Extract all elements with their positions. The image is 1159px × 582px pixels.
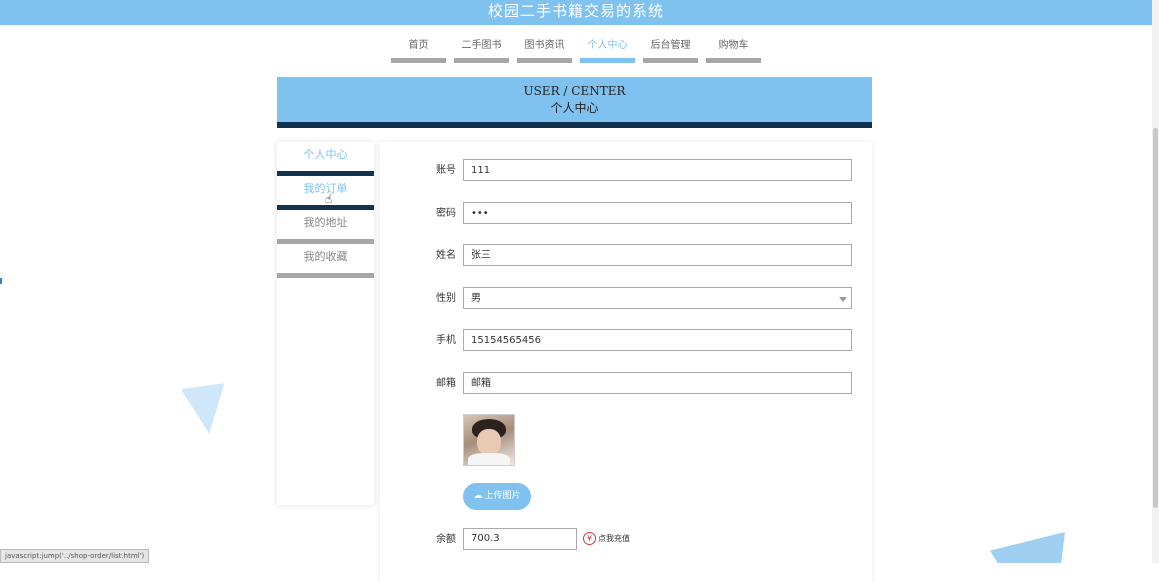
app-title-bar: 校园二手书籍交易的系统 bbox=[0, 0, 1152, 25]
sidebar-item-my-favorites[interactable]: 我的收藏 bbox=[277, 244, 374, 278]
name-label: 姓名 bbox=[436, 250, 456, 261]
decorative-triangle-left bbox=[180, 383, 232, 437]
gender-select[interactable]: 男 bbox=[463, 287, 852, 309]
avatar-body bbox=[468, 453, 510, 465]
mouse-pointer-icon: ☝ bbox=[325, 192, 333, 206]
nav-home[interactable]: 首页 bbox=[391, 38, 446, 63]
phone-label: 手机 bbox=[436, 335, 456, 346]
avatar-face bbox=[477, 429, 501, 455]
nav-used-books[interactable]: 二手图书 bbox=[454, 38, 509, 63]
sidebar-item-personal-center[interactable]: 个人中心 bbox=[277, 142, 374, 176]
account-field[interactable]: 111 bbox=[463, 159, 852, 181]
page-banner: USER / CENTER 个人中心 bbox=[277, 77, 872, 128]
balance-field[interactable]: 700.3 bbox=[463, 528, 577, 550]
name-field[interactable]: 张三 bbox=[463, 244, 852, 266]
cloud-upload-icon: ☁ bbox=[473, 491, 483, 501]
scrollbar-thumb[interactable] bbox=[1153, 128, 1158, 508]
email-label: 邮箱 bbox=[436, 378, 456, 389]
password-label: 密码 bbox=[436, 208, 456, 219]
password-field[interactable]: ••• bbox=[463, 202, 852, 224]
recharge-label: 点我充值 bbox=[598, 534, 630, 543]
avatar bbox=[463, 414, 515, 466]
gender-value: 男 bbox=[471, 293, 481, 304]
status-bar-link-preview: javascript:jump('../shop-order/list.html… bbox=[0, 549, 150, 563]
edge-marker bbox=[0, 278, 2, 284]
banner-title-zh: 个人中心 bbox=[550, 101, 599, 115]
main-nav: 首页 二手图书 图书资讯 个人中心 后台管理 购物车 bbox=[391, 38, 761, 63]
chevron-down-icon bbox=[839, 297, 847, 302]
nav-cart[interactable]: 购物车 bbox=[706, 38, 761, 63]
upload-image-button[interactable]: ☁ 上传图片 bbox=[463, 483, 531, 510]
upload-image-label: 上传图片 bbox=[484, 491, 521, 501]
sidebar-item-my-address[interactable]: 我的地址 bbox=[277, 210, 374, 244]
nav-book-news[interactable]: 图书资讯 bbox=[517, 38, 572, 63]
profile-form: 账号 111 密码 ••• 姓名 张三 性别 男 手机 15154565456 … bbox=[380, 142, 872, 582]
gender-label: 性别 bbox=[436, 293, 456, 304]
app-title: 校园二手书籍交易的系统 bbox=[487, 2, 664, 20]
email-field[interactable]: 邮箱 bbox=[463, 372, 852, 394]
yen-icon: ¥ bbox=[583, 532, 596, 545]
phone-field[interactable]: 15154565456 bbox=[463, 329, 852, 351]
banner-title-en: USER / CENTER bbox=[523, 84, 626, 98]
nav-personal-center[interactable]: 个人中心 bbox=[580, 38, 635, 63]
decorative-triangle-right bbox=[990, 532, 1065, 563]
account-label: 账号 bbox=[436, 165, 456, 176]
nav-admin[interactable]: 后台管理 bbox=[643, 38, 698, 63]
balance-label: 余额 bbox=[436, 534, 456, 545]
vertical-scrollbar[interactable] bbox=[1152, 0, 1159, 563]
recharge-link[interactable]: ¥ 点我充值 bbox=[583, 530, 630, 548]
